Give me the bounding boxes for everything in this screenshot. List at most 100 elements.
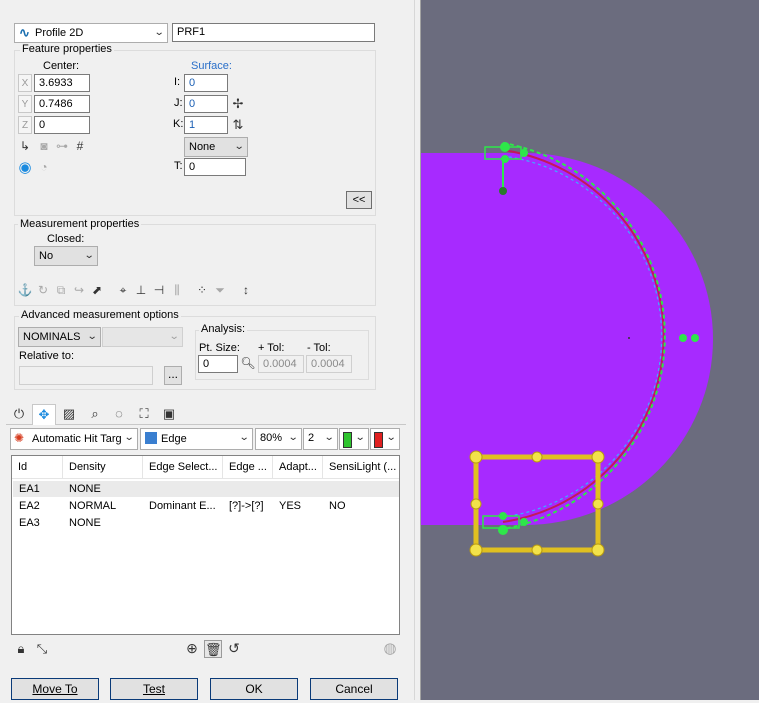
point-line-icon[interactable]: ⊶ (53, 138, 71, 156)
lock-icon[interactable]: 🔒︎ (12, 640, 30, 658)
table-row-density[interactable]: NONE (69, 483, 101, 495)
column-header-density[interactable]: Density (63, 456, 143, 478)
anchor-icon[interactable]: ⚓ (16, 282, 34, 300)
grid-icon[interactable]: # (71, 138, 89, 156)
table-row-id[interactable]: EA2 (19, 500, 40, 512)
table-row-adapt[interactable]: YES (279, 500, 301, 512)
analysis-title: Analysis: (199, 323, 248, 335)
percent-dropdown[interactable]: 80% ⌄ (255, 428, 302, 450)
target-icon[interactable]: ⌖ (114, 282, 132, 300)
end-point-handle[interactable] (498, 525, 508, 535)
relative-to-button[interactable]: ... (164, 366, 182, 385)
closed-label: Closed: (47, 233, 85, 245)
center-z-input[interactable]: 0 (34, 116, 90, 134)
hit-target-dropdown[interactable]: ✺ Automatic Hit Targ ⌄ (10, 428, 138, 450)
table-row-edge-select[interactable]: Dominant E... (149, 500, 216, 512)
table-row-id[interactable]: EA3 (19, 517, 40, 529)
scatter-icon[interactable]: ⁘ (193, 282, 211, 300)
align-left-icon[interactable]: ⊣ (150, 282, 168, 300)
ok-button[interactable]: OK (210, 678, 298, 700)
clock-icon[interactable]: ◔ (35, 159, 53, 177)
test-button[interactable]: Test (110, 678, 198, 700)
feature-dialog: ∿ Profile 2D ⌄ PRF1 Feature properties C… (0, 0, 414, 700)
start-vector-point[interactable] (499, 187, 507, 195)
surface-dropdown[interactable]: None ⌄ (184, 137, 248, 157)
hook-icon[interactable]: ↪ (70, 282, 88, 300)
table-row-edge[interactable]: [?]->[?] (229, 500, 264, 512)
tab-search-icon[interactable]: ⌕ (84, 404, 106, 424)
table-row-id[interactable]: EA1 (19, 483, 40, 495)
table-row-density[interactable]: NORMAL (69, 500, 116, 512)
copy-icon[interactable]: ⧉ (52, 282, 70, 300)
vertical-arrows-icon[interactable]: ↕ (237, 282, 255, 300)
play-icon[interactable]: ◉ (16, 159, 34, 177)
delete-icon[interactable]: 🗑︎ (204, 640, 222, 658)
mode-dropdown-value: NOMINALS (23, 331, 81, 343)
vector-move-icon[interactable]: ✢ (229, 95, 247, 113)
bars-icon[interactable]: ⫼ (168, 282, 186, 300)
tab-power-icon[interactable]: ⏻ (8, 404, 30, 424)
start-point-handle[interactable] (501, 155, 509, 163)
axis-icon[interactable]: ↳ (16, 138, 34, 156)
vector-flip-icon[interactable]: ⇅ (229, 116, 247, 134)
mode-dropdown[interactable]: NOMINALS ⌄ (18, 327, 101, 347)
surface-i-input[interactable]: 0 (184, 74, 228, 92)
minus-tol-input[interactable]: 0.0004 (306, 355, 352, 373)
start-point-handle[interactable] (520, 149, 528, 157)
add-icon[interactable]: ⊕ (183, 640, 201, 658)
collapse-button[interactable]: << (346, 191, 372, 209)
start-point-handle[interactable] (500, 142, 510, 152)
column-header-edge[interactable]: Edge ... (223, 456, 273, 478)
move-to-button[interactable]: Move To (11, 678, 99, 700)
surface-j-input[interactable]: 0 (184, 95, 228, 113)
align-bottom-icon[interactable]: ⊥ (132, 282, 150, 300)
plus-tol-input[interactable]: 0.0004 (258, 355, 304, 373)
chart-icon[interactable]: ⬈ (88, 282, 106, 300)
tab-hits-icon[interactable]: ✥ (32, 404, 56, 425)
mode-secondary-dropdown[interactable]: ⌄ (102, 327, 183, 347)
closed-dropdown[interactable]: No ⌄ (34, 246, 98, 266)
column-header-edge-select[interactable]: Edge Select... (143, 456, 223, 478)
refresh-icon[interactable]: ↺ (225, 640, 243, 658)
thickness-input[interactable]: 0 (184, 158, 246, 176)
filter-icon[interactable]: ⏷ (211, 282, 229, 300)
feature-id-input[interactable]: PRF1 (172, 23, 375, 42)
collapse-arrows-icon[interactable]: ⤡ (33, 640, 51, 658)
tab-frame-icon[interactable]: ⛶ (133, 404, 155, 424)
tab-bulb-icon[interactable]: ◌ (108, 404, 130, 424)
edge-value: Edge (161, 433, 187, 445)
column-header-sensilight[interactable]: SensiLight (... (323, 456, 399, 478)
cylinder-icon[interactable]: ◙ (35, 138, 53, 156)
z-axis-button[interactable]: Z (18, 116, 32, 134)
center-label: Center: (43, 60, 80, 72)
end-point-handle[interactable] (499, 512, 507, 520)
table-row-density[interactable]: NONE (69, 517, 101, 529)
y-axis-button[interactable]: Y (18, 95, 32, 113)
x-axis-button[interactable]: X (18, 74, 32, 92)
green-color-dropdown[interactable]: ⌄ (339, 428, 369, 450)
edge-dropdown[interactable]: Edge ⌄ (140, 428, 253, 450)
tab-camera-icon[interactable]: ▣ (158, 404, 180, 424)
cad-viewport[interactable] (421, 0, 759, 700)
center-y-input[interactable]: 0.7486 (34, 95, 90, 113)
table-row-sensilight[interactable]: NO (329, 500, 346, 512)
relative-to-input[interactable] (19, 366, 153, 385)
chevron-down-icon: ⌄ (238, 432, 250, 443)
count-dropdown[interactable]: 2 ⌄ (303, 428, 338, 450)
pt-size-input[interactable]: 0 (198, 355, 238, 373)
end-point-handle[interactable] (520, 518, 528, 526)
column-header-adapt[interactable]: Adapt... (273, 456, 323, 478)
mid-point-handle[interactable] (691, 334, 699, 342)
panel-splitter[interactable] (414, 0, 421, 700)
settings-disc-icon[interactable]: ◍ (381, 640, 399, 658)
column-header-id[interactable]: Id (12, 456, 63, 478)
rotate-icon[interactable]: ↻ (34, 282, 52, 300)
cancel-button[interactable]: Cancel (310, 678, 398, 700)
center-x-input[interactable]: 3.6933 (34, 74, 90, 92)
surface-k-input[interactable]: 1 (184, 116, 228, 134)
tab-graph-icon[interactable]: ▨ (58, 404, 80, 424)
feature-type-combo[interactable]: ∿ Profile 2D ⌄ (14, 23, 168, 43)
red-color-dropdown[interactable]: ⌄ (370, 428, 400, 450)
mid-point-handle[interactable] (679, 334, 687, 342)
zoom-icon[interactable]: 🔍︎ (239, 355, 257, 373)
